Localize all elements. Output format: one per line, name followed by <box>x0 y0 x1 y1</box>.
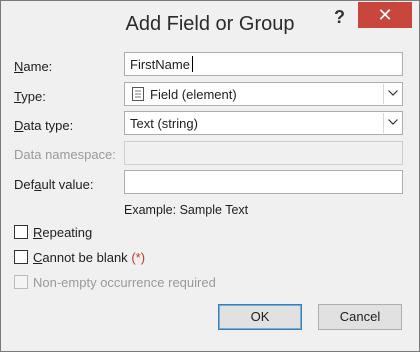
data-type-dropdown-button[interactable] <box>383 113 401 133</box>
data-namespace-input <box>124 141 403 165</box>
help-button[interactable]: ? <box>334 7 345 28</box>
data-type-select-value: Text (string) <box>130 116 198 131</box>
cancel-button[interactable]: Cancel <box>318 304 402 330</box>
text-caret <box>192 56 193 72</box>
default-value-label-post: ult value: <box>41 177 94 192</box>
data-type-select[interactable]: Text (string) <box>124 111 403 135</box>
required-marker: (*) <box>131 250 146 265</box>
name-input-value: FirstName <box>130 57 190 72</box>
repeating-label-text: epeating <box>42 225 93 240</box>
type-select-value: Field (element) <box>150 87 237 102</box>
name-input[interactable]: FirstName <box>124 52 403 76</box>
close-icon: ✕ <box>377 5 393 25</box>
cannot-be-blank-label[interactable]: Cannot be blank (*) <box>33 250 145 265</box>
type-label: Type: <box>14 89 46 104</box>
field-element-icon <box>132 87 144 104</box>
data-type-label-text: ata type: <box>23 118 74 133</box>
type-label-text: ype: <box>21 89 46 104</box>
cannot-be-blank-checkbox[interactable] <box>14 250 28 264</box>
data-type-label: Data type: <box>14 118 74 133</box>
type-select[interactable]: Field (element) <box>124 82 403 106</box>
default-value-input[interactable] <box>124 170 403 194</box>
type-dropdown-button[interactable] <box>383 84 401 104</box>
name-label-text: ame: <box>23 59 53 74</box>
non-empty-occurrence-checkbox <box>14 275 28 289</box>
cannot-be-blank-label-text: annot be blank <box>42 250 128 265</box>
repeating-checkbox[interactable] <box>14 225 28 239</box>
chevron-down-icon <box>388 119 398 125</box>
title-bar[interactable]: Add Field or Group ? ✕ <box>1 1 419 41</box>
ok-button[interactable]: OK <box>218 304 302 330</box>
data-namespace-label: Data namespace: <box>14 147 116 162</box>
chevron-down-icon <box>388 90 398 96</box>
example-text: Example: Sample Text <box>124 203 249 217</box>
close-button[interactable]: ✕ <box>358 2 412 28</box>
non-empty-occurrence-label: Non-empty occurrence required <box>33 275 216 290</box>
repeating-label[interactable]: Repeating <box>33 225 92 240</box>
name-label: Name: <box>14 59 53 74</box>
default-value-label-pre: Def <box>14 177 35 192</box>
default-value-label: Default value: <box>14 177 94 192</box>
dialog-title: Add Field or Group <box>125 13 295 35</box>
